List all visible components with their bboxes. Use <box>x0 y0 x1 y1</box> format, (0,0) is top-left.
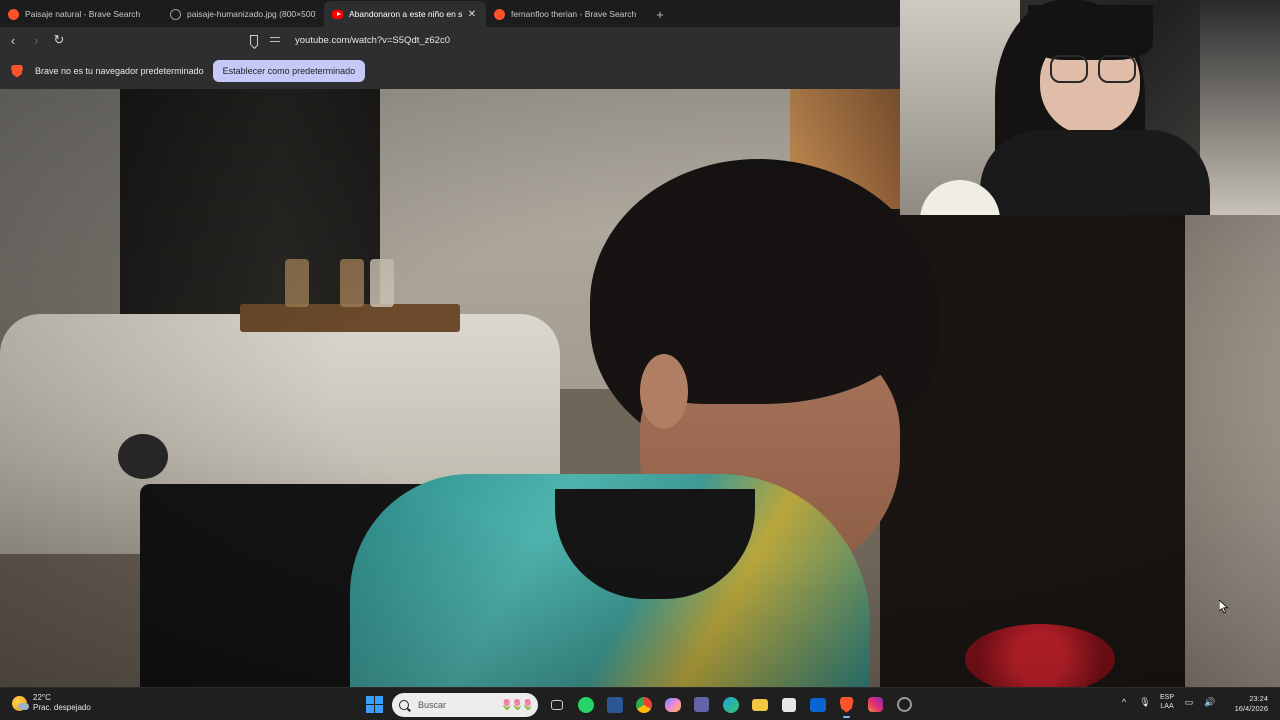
globe-icon <box>170 8 181 20</box>
language-code: ESP <box>1160 694 1175 701</box>
infobar-message: Brave no es tu navegador predeterminado <box>35 66 204 76</box>
tab-title: fernanfloo therian - Brave Search <box>511 9 637 19</box>
clock-date: 16/4/2026 <box>1234 704 1268 713</box>
chrome-icon[interactable] <box>632 693 655 716</box>
site-settings-icon[interactable] <box>270 35 282 45</box>
clock-time: 23:24 <box>1249 694 1268 703</box>
teams-icon[interactable] <box>690 693 713 716</box>
new-tab-button[interactable]: + <box>648 1 672 27</box>
back-button[interactable]: ‹ <box>3 30 23 50</box>
tab-paisaje-humanizado[interactable]: paisaje-humanizado.jpg (800×500) <box>162 1 324 27</box>
brave-search-icon <box>494 8 505 20</box>
tab-paisaje-natural[interactable]: Paisaje natural - Brave Search <box>0 1 162 27</box>
microphone-icon[interactable]: 🎙 <box>1139 696 1151 708</box>
tab-title: Abandonaron a este niño en silla <box>349 9 462 19</box>
whatsapp-icon[interactable] <box>574 693 597 716</box>
tab-strip: Paisaje natural - Brave Search paisaje-h… <box>0 0 900 27</box>
address-bar[interactable]: youtube.com/watch?v=S5Qdt_z62c0 <box>270 31 896 49</box>
language-indicator[interactable]: ESP LAA <box>1160 693 1174 711</box>
url-text: youtube.com/watch?v=S5Qdt_z62c0 <box>295 34 450 46</box>
webcam-glasses <box>1050 55 1140 85</box>
taskbar: 22°C Prac. despejado Buscar 🌷🌷🌷 ^ 🎙 ESP … <box>0 687 1280 720</box>
webcam-person-body <box>980 130 1210 215</box>
keyboard-layout: LAA <box>1160 703 1174 710</box>
search-placeholder: Buscar <box>418 700 447 710</box>
copilot-icon[interactable] <box>661 693 684 716</box>
instagram-icon[interactable] <box>864 693 887 716</box>
clock[interactable]: 23:24 16/4/2026 <box>1226 694 1268 714</box>
tab-fernanfloo-therian[interactable]: fernanfloo therian - Brave Search <box>486 1 648 27</box>
start-button[interactable] <box>366 696 383 713</box>
task-view-icon[interactable] <box>545 693 568 716</box>
file-explorer-icon[interactable] <box>748 693 771 716</box>
network-icon[interactable]: ▭ <box>1183 696 1195 708</box>
webcam-person-bangs <box>1028 5 1153 60</box>
search-icon <box>399 700 409 710</box>
browser-toolbar: ‹ › ↻ youtube.com/watch?v=S5Qdt_z62c0 <box>0 27 900 53</box>
tulips-icon: 🌷🌷🌷 <box>500 699 534 711</box>
microsoft-store-icon[interactable] <box>777 693 800 716</box>
edge-icon[interactable] <box>719 693 742 716</box>
brave-icon[interactable] <box>835 693 858 718</box>
brave-search-icon <box>8 8 19 20</box>
set-default-button[interactable]: Establecer como predeterminado <box>212 60 366 82</box>
brave-logo-icon <box>11 64 23 78</box>
reload-button[interactable]: ↻ <box>49 30 69 50</box>
youtube-icon <box>332 9 343 19</box>
weather-condition: Prac. despejado <box>33 703 91 712</box>
system-tray: ^ 🎙 ESP LAA ▭ 🔊 <box>1118 693 1216 711</box>
webcam-shelf <box>1200 0 1280 215</box>
weather-temperature: 22°C <box>33 693 51 702</box>
pinned-apps <box>545 693 916 718</box>
close-tab-icon[interactable]: ✕ <box>466 9 478 20</box>
tab-title: Paisaje natural - Brave Search <box>25 9 141 19</box>
tab-youtube-video[interactable]: Abandonaron a este niño en silla ✕ <box>324 1 486 27</box>
default-browser-infobar: Brave no es tu navegador predeterminado … <box>0 53 900 89</box>
forward-button[interactable]: › <box>26 30 46 50</box>
volume-icon[interactable]: 🔊 <box>1204 696 1216 708</box>
screen: Paisaje natural - Brave Search paisaje-h… <box>0 0 1280 720</box>
bookmark-icon[interactable] <box>247 32 261 48</box>
taskbar-search[interactable]: Buscar 🌷🌷🌷 <box>392 693 538 717</box>
tab-title: paisaje-humanizado.jpg (800×500) <box>187 9 316 19</box>
webcam-overlay <box>900 0 1280 215</box>
weather-widget[interactable]: 22°C Prac. despejado <box>12 693 91 713</box>
partly-cloudy-icon <box>12 695 29 711</box>
outlook-icon[interactable] <box>806 693 829 716</box>
word-icon[interactable] <box>603 693 626 716</box>
chevron-up-icon[interactable]: ^ <box>1118 696 1130 708</box>
obs-icon[interactable] <box>893 693 916 716</box>
